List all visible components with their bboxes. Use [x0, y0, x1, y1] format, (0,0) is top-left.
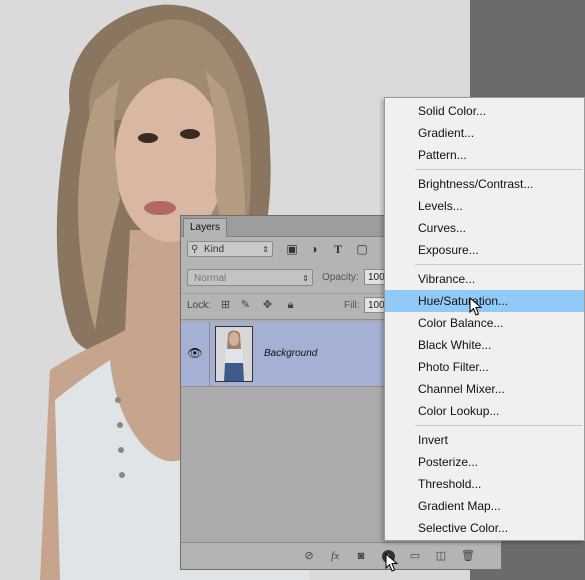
link-layers-icon[interactable]: ⊘: [301, 548, 317, 564]
layer-thumbnail: [215, 326, 253, 382]
menu-item-channel-mixer[interactable]: Channel Mixer...: [385, 378, 584, 400]
fx-icon[interactable]: fx: [327, 548, 343, 564]
menu-item-color-lookup[interactable]: Color Lookup...: [385, 400, 584, 422]
menu-item-photo-filter[interactable]: Photo Filter...: [385, 356, 584, 378]
lock-position-icon[interactable]: ✥: [261, 299, 274, 312]
menu-item-solid-color[interactable]: Solid Color...: [385, 100, 584, 122]
menu-item-curves[interactable]: Curves...: [385, 217, 584, 239]
menu-item-brightness-contrast[interactable]: Brightness/Contrast...: [385, 173, 584, 195]
fill-label: Fill:: [344, 300, 360, 311]
menu-item-black-white[interactable]: Black White...: [385, 334, 584, 356]
divider: [209, 322, 210, 386]
tab-layers[interactable]: Layers: [183, 218, 228, 237]
shape-layer-filter-icon[interactable]: ▢: [355, 242, 369, 256]
menu-item-selective-color[interactable]: Selective Color...: [385, 517, 584, 539]
menu-item-invert[interactable]: Invert: [385, 429, 584, 451]
menu-separator: [415, 425, 582, 426]
type-layer-filter-icon[interactable]: T: [331, 242, 345, 256]
menu-item-exposure[interactable]: Exposure...: [385, 239, 584, 261]
lock-all-icon[interactable]: 🔒︎: [284, 299, 297, 312]
menu-item-levels[interactable]: Levels...: [385, 195, 584, 217]
menu-item-gradient[interactable]: Gradient...: [385, 122, 584, 144]
adjustment-layer-menu: Solid Color... Gradient... Pattern... Br…: [384, 97, 585, 541]
menu-separator: [415, 169, 582, 170]
search-icon: ⚲: [191, 244, 199, 255]
opacity-label: Opacity:: [322, 272, 359, 283]
menu-item-color-balance[interactable]: Color Balance...: [385, 312, 584, 334]
eye-icon[interactable]: 👁︎: [187, 346, 203, 360]
pixel-layer-filter-icon[interactable]: ▣: [285, 242, 299, 256]
blend-mode-select[interactable]: Normal ⇕: [187, 269, 313, 286]
menu-separator: [415, 264, 582, 265]
menu-item-pattern[interactable]: Pattern...: [385, 144, 584, 166]
menu-item-vibrance[interactable]: Vibrance...: [385, 268, 584, 290]
new-layer-icon[interactable]: ◫: [433, 548, 449, 564]
new-group-icon[interactable]: ▭: [407, 548, 423, 564]
menu-item-threshold[interactable]: Threshold...: [385, 473, 584, 495]
panel-footer: ⊘ fx ◙ ◐ ▭ ◫ 🗑︎: [181, 542, 501, 569]
menu-item-posterize[interactable]: Posterize...: [385, 451, 584, 473]
lock-label: Lock:: [187, 300, 211, 311]
layer-name[interactable]: Background: [264, 348, 317, 359]
filter-kind-select[interactable]: ⚲ Kind ⇕: [187, 241, 273, 257]
pointer-cursor-icon: [469, 297, 483, 316]
lock-image-pixels-icon[interactable]: ✎: [239, 299, 252, 312]
menu-item-hue-saturation[interactable]: Hue/Saturation...: [385, 290, 584, 312]
lock-transparent-pixels-icon[interactable]: ⊞: [219, 299, 232, 312]
add-mask-icon[interactable]: ◙: [353, 548, 369, 564]
menu-item-gradient-map[interactable]: Gradient Map...: [385, 495, 584, 517]
updown-arrow-icon: ⇕: [302, 274, 309, 283]
filter-kind-label: Kind: [204, 244, 225, 255]
delete-layer-icon[interactable]: 🗑︎: [460, 548, 476, 564]
adjustment-layer-filter-icon[interactable]: ◑: [307, 242, 321, 256]
updown-arrow-icon: ⇕: [262, 245, 269, 254]
blend-mode-label: Normal: [194, 273, 227, 284]
pointer-cursor-icon: [385, 553, 399, 572]
